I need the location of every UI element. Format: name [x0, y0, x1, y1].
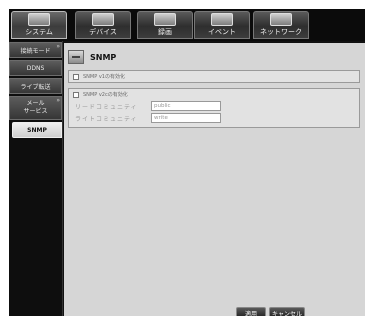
top-tab-bar: システム デバイス 録画 イベント ネットワーク	[9, 9, 365, 41]
expand-arrow-icon: »	[56, 43, 60, 50]
sidebar-item-label: ライブ転送	[20, 83, 51, 91]
settings-window: システム デバイス 録画 イベント ネットワーク 接続モード » DDNS ライ…	[9, 9, 365, 316]
tab-device[interactable]: デバイス	[75, 11, 131, 39]
write-community-label: ライトコミュニティ	[75, 115, 138, 123]
recorder-icon	[154, 13, 176, 26]
sidebar-item-label: メール サービス	[23, 100, 48, 115]
sidebar-item-connection-mode[interactable]: 接続モード »	[9, 42, 62, 58]
sidebar-item-live-transfer[interactable]: ライブ転送	[9, 78, 62, 94]
panel-header: SNMP	[68, 47, 116, 67]
tab-label: 録画	[158, 28, 172, 36]
write-community-input[interactable]: write	[151, 113, 221, 123]
sidebar-item-label: 接続モード	[20, 47, 51, 55]
write-community-row: ライトコミュニティ write	[69, 112, 359, 124]
snmp-v1-row: SNMP v1の有効化	[69, 71, 359, 82]
apply-button[interactable]: 適用	[236, 307, 266, 316]
event-icon	[211, 13, 233, 26]
sidebar-item-label: SNMP	[27, 126, 47, 134]
tab-network[interactable]: ネットワーク	[253, 11, 309, 39]
tab-label: デバイス	[89, 28, 117, 36]
sidebar-item-label: DDNS	[26, 64, 45, 72]
tab-record[interactable]: 録画	[137, 11, 193, 39]
snmp-icon	[68, 50, 84, 64]
sidebar-item-snmp[interactable]: SNMP	[12, 122, 62, 138]
page-title: SNMP	[90, 52, 117, 62]
network-icon	[270, 13, 292, 26]
expand-arrow-icon: »	[56, 97, 60, 104]
snmp-v2c-label: SNMP v2cの有効化	[83, 92, 128, 98]
sidebar-item-ddns[interactable]: DDNS	[9, 60, 62, 76]
read-community-label: リードコミュニティ	[75, 103, 138, 111]
camera-icon	[92, 13, 114, 26]
snmp-v2c-group: SNMP v2cの有効化 リードコミュニティ public ライトコミュニティ …	[68, 88, 360, 128]
snmp-settings-panel: SNMP SNMP v1の有効化 SNMP v2cの有効化 リードコミュニティ …	[64, 43, 365, 316]
read-community-input[interactable]: public	[151, 101, 221, 111]
snmp-v1-checkbox[interactable]	[73, 73, 79, 80]
tab-system[interactable]: システム	[11, 11, 67, 39]
cancel-button[interactable]: キャンセル	[269, 307, 305, 316]
snmp-v1-group: SNMP v1の有効化	[68, 70, 360, 83]
sidebar-item-mail-service[interactable]: メール サービス »	[9, 96, 62, 120]
snmp-v2c-row: SNMP v2cの有効化	[69, 89, 359, 100]
snmp-v2c-checkbox[interactable]	[73, 91, 79, 98]
snmp-v1-label: SNMP v1の有効化	[83, 74, 125, 80]
sidebar-menu: 接続モード » DDNS ライブ転送 メール サービス » SNMP	[9, 41, 63, 316]
tab-label: システム	[25, 28, 53, 36]
tab-label: ネットワーク	[260, 28, 302, 36]
tab-label: イベント	[208, 28, 236, 36]
monitor-icon	[28, 13, 50, 26]
tab-event[interactable]: イベント	[194, 11, 250, 39]
read-community-row: リードコミュニティ public	[69, 100, 359, 112]
